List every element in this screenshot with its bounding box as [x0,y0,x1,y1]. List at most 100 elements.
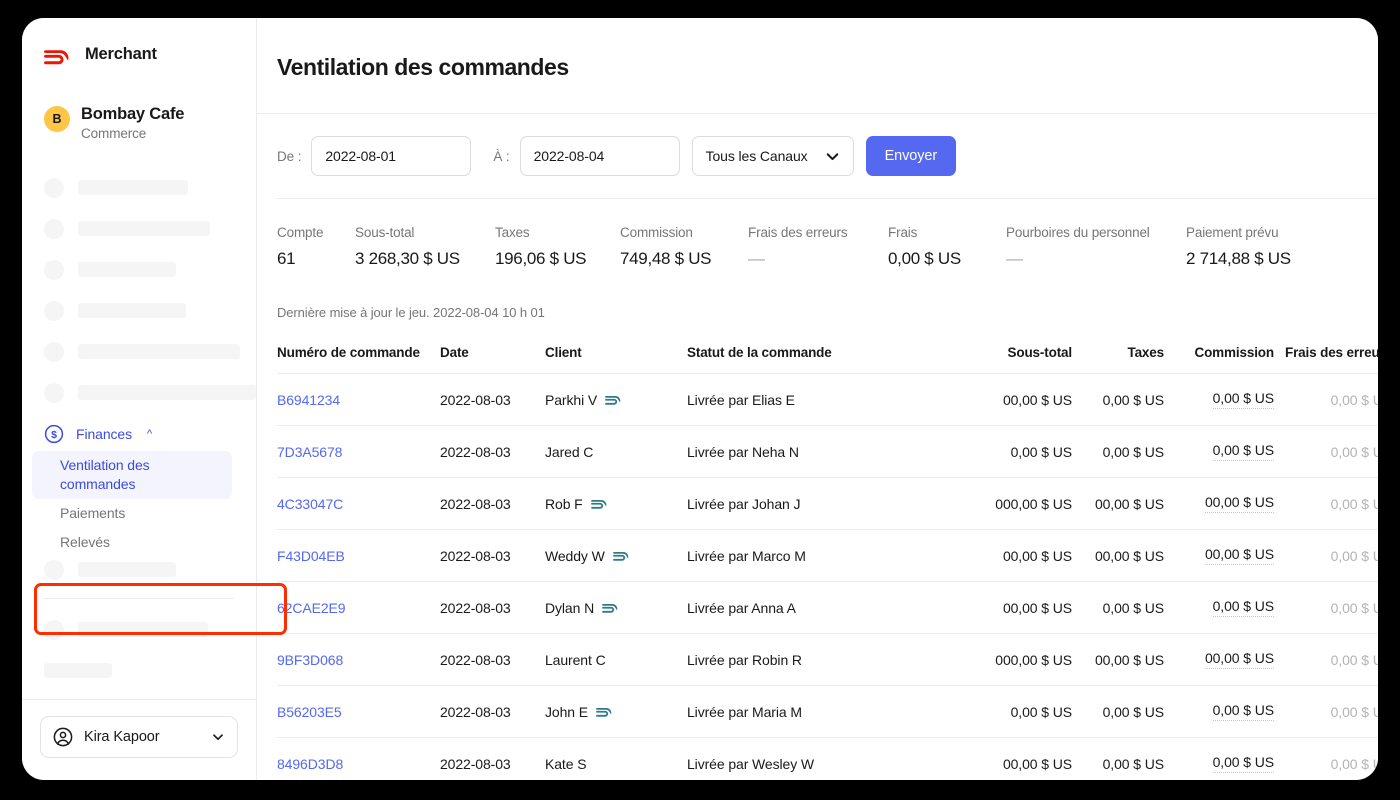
order-number-link[interactable]: 4C33047C [277,496,343,512]
table-row: B6941234 2022-08-03 Parkhi V Livrée par Eli… [277,373,1378,426]
user-menu[interactable]: Kira Kapoor [40,716,238,758]
cell-error-fee: 0,00 $ US [1274,685,1378,738]
store-avatar: B [44,106,70,132]
commission-value[interactable]: 0,00 $ US [1212,442,1274,461]
skeleton-label [44,663,112,678]
submit-button[interactable]: Envoyer [865,136,957,176]
cell-date: 2022-08-03 [440,633,545,686]
commission-value[interactable]: 0,00 $ US [1212,390,1274,409]
sidebar-item-finances[interactable]: $ Finances ^ [22,421,256,447]
cell-date: 2022-08-03 [440,477,545,530]
cell-status: Livrée par Johan J [687,477,937,530]
order-number-link[interactable]: B6941234 [277,392,340,408]
dollar-circle-icon: $ [44,424,64,444]
skeleton-icon [44,341,64,362]
stat-value: — [748,249,765,268]
sidebar-subitem-3[interactable]: Relevés [22,528,256,557]
commission-value[interactable]: 00,00 $ US [1204,494,1274,513]
sidebar-subitem-1[interactable]: Ventilation des commandes [32,451,232,499]
skeleton-icon [44,218,64,239]
store-name: Bombay Cafe [81,105,185,123]
stat-label: Commission [620,225,693,240]
order-number-link[interactable]: 7D3A5678 [277,444,342,460]
skeleton-icon [44,177,64,198]
date-from-input[interactable] [311,136,472,176]
order-number-link[interactable]: 62CAE2E9 [277,600,346,616]
client-name: John E [545,703,588,720]
cell-status: Livrée par Robin R [687,633,937,686]
order-number-link[interactable]: F43D04EB [277,548,345,564]
sidebar-skeleton-item [22,257,256,282]
cell-subtotal: 00,00 $ US [937,581,1072,634]
cell-taxes: 0,00 $ US [1072,373,1164,426]
cell-date: 2022-08-03 [440,425,545,478]
channel-select[interactable]: Tous les Canaux [691,136,854,176]
last-updated-text: Dernière mise à jour le jeu. 2022-08-04 … [277,305,545,320]
table-row: F43D04EB 2022-08-03 Weddy W Livrée par Marc… [277,529,1378,582]
cell-error-fee: 0,00 $ US [1274,737,1378,780]
client-name: Kate S [545,755,587,772]
stat-card: Pourboires du personnel — [1006,225,1186,269]
sidebar-skeleton-item [22,658,256,683]
skeleton-label [78,385,256,400]
orders-table-container: Numéro de commande Date Client Statut de la… [257,320,1378,780]
skeleton-label [78,622,208,637]
order-number-link[interactable]: B56203E5 [277,704,342,720]
chevron-up-icon: ^ [147,427,153,440]
date-to-label: À : [493,148,510,164]
stat-label: Compte [277,225,324,240]
cell-client: Kate S [545,737,687,780]
cell-order-number: 4C33047C [277,477,440,530]
sidebar-skeleton-item [22,617,256,642]
client-name: Jared C [545,443,594,460]
table-row: 9BF3D068 2022-08-03 Laurent C Livrée par Ro… [277,633,1378,686]
skeleton-label [78,562,176,577]
cell-order-number: F43D04EB [277,529,440,582]
stat-card: Paiement prévu 2 714,88 $ US [1186,225,1336,269]
cell-commission: 0,00 $ US [1164,425,1274,478]
sidebar-skeleton-item [22,298,256,323]
client-name: Rob F [545,495,583,512]
cell-date: 2022-08-03 [440,373,545,426]
skeleton-label [78,180,188,195]
skeleton-label [78,221,210,236]
user-menu-name: Kira Kapoor [84,729,160,745]
cell-status: Livrée par Marco M [687,529,937,582]
order-number-link[interactable]: 8496D3D8 [277,756,343,772]
commission-value[interactable]: 00,00 $ US [1204,546,1274,565]
summary-stats: Compte 61 Sous-total 3 268,30 $ US Taxes 196,… [257,199,1378,269]
chevron-down-icon [213,734,223,741]
cell-subtotal: 000,00 $ US [937,477,1072,530]
column-header: Client [545,334,687,374]
order-number-link[interactable]: 9BF3D068 [277,652,343,668]
sidebar-nav: $ Finances ^ Ventilation des commandes Pa… [22,175,287,699]
sidebar-skeleton-items [22,175,256,405]
stat-card: Commission 749,48 $ US [620,225,748,269]
commission-value[interactable]: 0,00 $ US [1212,754,1274,773]
sidebar-subitem-2[interactable]: Paiements [22,499,256,528]
cell-client: Rob F [545,477,687,530]
chevron-down-icon [826,152,838,160]
dashpass-icon [590,499,606,509]
cell-client: Weddy W [545,529,687,582]
skeleton-icon [44,300,64,321]
cell-taxes: 0,00 $ US [1072,737,1164,780]
stat-card: Taxes 196,06 $ US [495,225,620,269]
cell-order-number: 62CAE2E9 [277,581,440,634]
cell-subtotal: 0,00 $ US [937,685,1072,738]
commission-value[interactable]: 0,00 $ US [1212,598,1274,617]
dashpass-icon [612,551,629,561]
app-window: Merchant B Bombay Cafe Commerce $ Financ… [22,18,1378,780]
cell-error-fee: 0,00 $ US [1274,529,1378,582]
store-switcher[interactable]: B Bombay Cafe Commerce [22,67,256,141]
dashpass-icon [596,707,612,717]
commission-value[interactable]: 00,00 $ US [1204,650,1274,669]
cell-commission: 00,00 $ US [1164,477,1274,530]
cell-order-number: 8496D3D8 [277,737,440,780]
cell-client: John E [545,685,687,738]
cell-commission: 0,00 $ US [1164,581,1274,634]
cell-date: 2022-08-03 [440,529,545,582]
stat-card: Frais 0,00 $ US [888,225,1006,269]
commission-value[interactable]: 0,00 $ US [1212,702,1274,721]
date-to-input[interactable] [519,136,680,176]
